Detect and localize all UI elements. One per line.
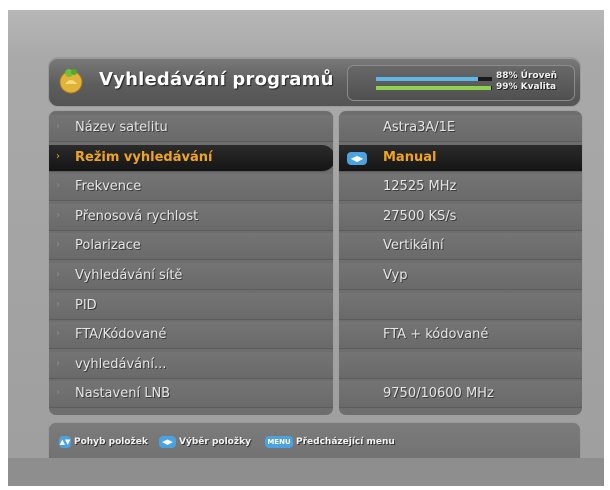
- menu-item-label: Nastavení LNB: [75, 386, 171, 402]
- menu-item-value-row[interactable]: 9750/10600 MHz: [339, 381, 582, 409]
- menu-item-value: 12525 MHz: [383, 179, 457, 195]
- menu-item-value: 9750/10600 MHz: [383, 386, 494, 402]
- leftright-icon: ◀▶: [347, 151, 367, 165]
- menu-item[interactable]: › Přenosová rychlost: [49, 203, 333, 231]
- updown-icon: ▲▼: [59, 436, 71, 448]
- signal-indicator: 88% Úroveň 99% Kvalita: [347, 65, 575, 101]
- menu-item-value-row[interactable]: 27500 KS/s: [339, 203, 582, 231]
- settings-value-list: Astra3A/1E ◀▶ Manual 12525 MHz 27500 KS/s Ver…: [338, 110, 583, 416]
- signal-level-fill: [376, 77, 479, 81]
- menu-item-label: PID: [75, 297, 97, 313]
- chevron-right-icon: ›: [56, 180, 60, 192]
- signal-level-bar: [376, 77, 492, 81]
- menu-item-value: FTA + kódované: [383, 327, 489, 343]
- menu-item-label: Frekvence: [75, 179, 142, 195]
- menu-item[interactable]: › Režim vyhledávání: [49, 144, 333, 172]
- menu-item[interactable]: › Polarizace: [49, 233, 333, 261]
- chevron-right-icon: ›: [56, 269, 60, 280]
- menu-item-label: Přenosová rychlost: [75, 208, 199, 224]
- signal-quality-fill: [376, 86, 491, 90]
- signal-level-text: 88% Úroveň: [496, 71, 557, 81]
- satellite-dish-icon: [59, 69, 83, 94]
- menu-item-label: Vyhledávání sítě: [75, 268, 183, 283]
- hint-menu: MENU Předcházející menu: [265, 435, 395, 449]
- menu-item[interactable]: › Vyhledávání sítě: [49, 263, 333, 290]
- hint-menu-text: Předcházející menu: [296, 437, 395, 447]
- chevron-right-icon: ›: [56, 328, 60, 340]
- menu-item[interactable]: › vyhledávání...: [49, 351, 333, 379]
- menu-item-value: Astra3A/1E: [383, 120, 456, 135]
- chevron-right-icon: ›: [56, 150, 60, 162]
- menu-item-value-row[interactable]: 12525 MHz: [339, 174, 582, 202]
- signal-quality-bar: [376, 86, 492, 90]
- chevron-right-icon: ›: [56, 209, 60, 221]
- signal-quality-text: 99% Kvalita: [496, 82, 557, 92]
- menu-item-value: Manual: [383, 149, 437, 165]
- menu-item-value: Vyp: [383, 268, 408, 283]
- chevron-right-icon: ›: [56, 121, 60, 132]
- menu-item[interactable]: › Nastavení LNB: [49, 381, 333, 409]
- menu-header: Vyhledávání programů 88% Úroveň 99% Kval…: [48, 57, 581, 107]
- chevron-right-icon: ›: [56, 298, 60, 310]
- menu-item-value: Vertikální: [383, 238, 444, 254]
- hint-move-text: Pohyb položek: [74, 437, 148, 447]
- menu-item-value-row[interactable]: [339, 351, 582, 379]
- menu-item-value-row[interactable]: Astra3A/1E: [339, 115, 582, 142]
- tv-screen: Vyhledávání programů 88% Úroveň 99% Kval…: [8, 10, 604, 486]
- screen-bottom-band: [8, 458, 604, 486]
- menu-item-value: 27500 KS/s: [383, 208, 457, 224]
- menu-item[interactable]: › PID: [49, 292, 333, 320]
- menu-item-value-row[interactable]: FTA + kódované: [339, 322, 582, 350]
- menu-item-value-row[interactable]: Vertikální: [339, 233, 582, 261]
- menu-item-value-row[interactable]: Vyp: [339, 263, 582, 290]
- page-title: Vyhledávání programů: [99, 69, 334, 90]
- chevron-right-icon: ›: [56, 239, 60, 251]
- menu-item-value-row[interactable]: ◀▶ Manual: [339, 144, 582, 172]
- menu-item[interactable]: › Název satelitu: [49, 115, 333, 142]
- hint-move: ▲▼ Pohyb položek: [59, 435, 148, 449]
- menu-item-label: vyhledávání...: [75, 356, 167, 372]
- chevron-right-icon: ›: [56, 387, 60, 399]
- menu-item[interactable]: › FTA/Kódované: [49, 322, 333, 350]
- menu-item[interactable]: › Frekvence: [49, 174, 333, 202]
- menu-item-label: Název satelitu: [75, 120, 168, 135]
- leftright-icon: ◀▶: [159, 436, 176, 448]
- menu-item-label: FTA/Kódované: [75, 327, 167, 343]
- chevron-right-icon: ›: [56, 357, 60, 369]
- menu-key-icon: MENU: [265, 436, 293, 448]
- menu-item-label: Polarizace: [75, 238, 141, 254]
- menu-item-label: Režim vyhledávání: [75, 149, 213, 165]
- hint-select-text: Výběr položky: [179, 437, 251, 447]
- menu-item-value-row[interactable]: [339, 292, 582, 320]
- hint-select: ◀▶ Výběr položky: [159, 435, 251, 449]
- settings-label-list: › Název satelitu › Režim vyhledávání › Frekve…: [48, 110, 334, 416]
